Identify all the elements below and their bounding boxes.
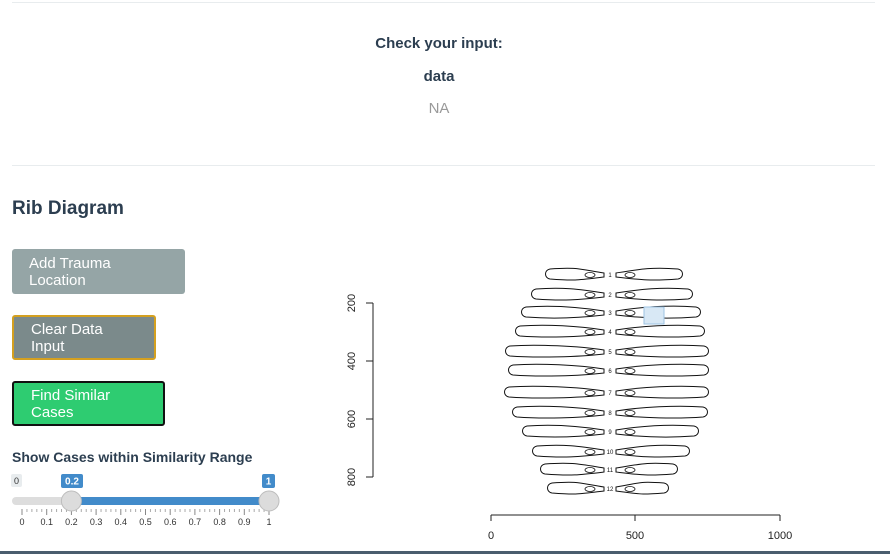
plot-x-axis: 0 500 1000 <box>488 514 792 542</box>
slider-ticks: 0 0.1 0.2 0.3 0.4 0.5 0.6 0.7 0.8 0.9 1 <box>19 509 272 527</box>
slider-tick-label: 0.6 <box>164 517 177 527</box>
rib-number-label: 2 <box>608 293 612 299</box>
left-rib-outline <box>522 424 605 438</box>
y-axis-tick-label: 600 <box>346 410 358 428</box>
left-rib-outline <box>521 305 605 319</box>
slider-tick-label: 0.7 <box>189 517 202 527</box>
rib-number-label: 3 <box>608 311 612 317</box>
right-rib-outline <box>615 363 709 377</box>
slider-tick-label: 0 <box>19 517 24 527</box>
similarity-range-slider[interactable]: 0 0.2 1 0 0.1 0.2 0.3 0.4 0.5 0.6 0.7 0.8 0.9 1 <box>0 468 300 532</box>
slider-tick-label: 0.1 <box>40 517 53 527</box>
slider-selected-range <box>71 497 270 505</box>
similarity-slider-label: Show Cases within Similarity Range <box>12 449 253 465</box>
rib-number-label: 10 <box>607 450 614 456</box>
rib-diagram-image[interactable]: 123456789101112 <box>504 267 709 495</box>
left-rib-outline <box>515 324 605 338</box>
right-rib-outline <box>615 344 709 358</box>
rib-number-label: 8 <box>608 411 612 417</box>
x-axis-tick-label: 1000 <box>768 530 792 542</box>
find-similar-cases-button[interactable]: Find Similar Cases <box>12 381 165 426</box>
slider-from-handle[interactable] <box>60 490 82 512</box>
left-rib-outline <box>531 287 605 301</box>
right-rib-outline <box>615 267 683 281</box>
slider-tick-label: 1 <box>266 517 271 527</box>
right-rib-outline <box>615 324 705 338</box>
slider-min-label: 0 <box>14 476 19 486</box>
rib-number-label: 12 <box>607 487 614 493</box>
y-axis-tick-label: 400 <box>346 352 358 370</box>
slider-tick-label: 0.3 <box>90 517 103 527</box>
top-divider <box>12 2 875 3</box>
section-title: Rib Diagram <box>12 198 124 219</box>
slider-tick-label: 0.9 <box>238 517 251 527</box>
slider-tick-label: 0.5 <box>139 517 152 527</box>
rib-number-label: 4 <box>608 330 612 336</box>
x-axis-tick-label: 0 <box>488 530 494 542</box>
rib-number-label: 1 <box>608 273 612 279</box>
rib-number-label: 7 <box>608 391 612 397</box>
left-rib-outline <box>505 344 605 358</box>
left-rib-outline <box>508 363 605 377</box>
rib-diagram-plot[interactable]: 200400600800 0 500 1000 123456789101112 <box>330 255 810 551</box>
plot-y-axis: 200 400 600 800 <box>346 294 374 486</box>
data-value: NA <box>428 100 450 117</box>
slider-from-value: 0.2 <box>65 477 79 488</box>
trauma-marker <box>643 306 665 325</box>
right-rib-outline <box>615 405 708 419</box>
right-rib-outline <box>615 385 709 399</box>
check-input-heading: Check your input: <box>375 35 503 52</box>
y-axis-tick-label: 800 <box>346 468 358 486</box>
rib-number-label: 9 <box>608 430 612 436</box>
x-axis-tick-label: 500 <box>626 530 644 542</box>
right-rib-outline <box>615 287 693 301</box>
rib-number-label: 5 <box>608 350 612 356</box>
slider-tick-label: 0.4 <box>115 517 128 527</box>
right-rib-outline <box>615 481 669 495</box>
slider-tick-label: 0.8 <box>213 517 226 527</box>
y-axis-tick-label: 200 <box>346 294 358 312</box>
right-rib-outline <box>615 444 690 458</box>
middle-divider <box>12 165 875 166</box>
add-trauma-location-button[interactable]: Add Trauma Location <box>12 249 185 294</box>
slider-to-value: 1 <box>266 477 272 488</box>
slider-tick-label: 0.2 <box>65 517 78 527</box>
left-rib-outline <box>532 444 605 458</box>
left-rib-outline <box>547 481 605 495</box>
rib-number-label: 6 <box>608 369 612 375</box>
data-label: data <box>423 68 455 85</box>
right-rib-outline <box>615 424 699 438</box>
clear-data-input-button[interactable]: Clear Data Input <box>12 315 156 360</box>
slider-to-handle[interactable] <box>258 490 280 512</box>
left-rib-outline <box>512 405 605 419</box>
rib-number-label: 11 <box>607 468 614 474</box>
left-rib-outline <box>504 385 605 399</box>
